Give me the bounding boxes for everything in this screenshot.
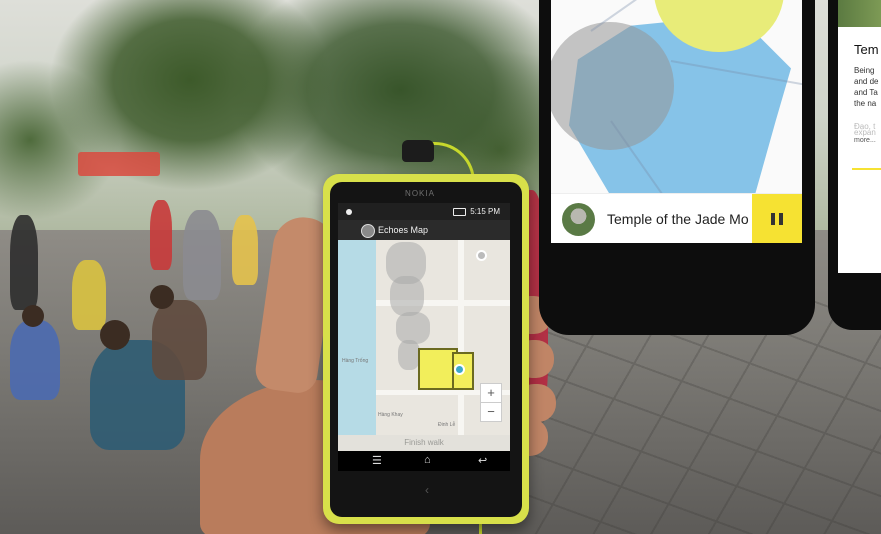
track-title: Temple of the Jade Mo — [607, 211, 749, 227]
detail-body: Being and de and Ta the na — [854, 66, 879, 108]
status-bar: 5:15 PM — [338, 203, 510, 220]
pause-icon — [771, 213, 775, 225]
headphone-plug — [402, 140, 434, 162]
detail-title: Tem — [854, 42, 879, 57]
preview-phone-screen: Temple of the Jade Mo — [551, 0, 802, 275]
audio-zone-inactive[interactable] — [396, 312, 430, 344]
paving-tiles — [520, 300, 881, 534]
location-pin-icon — [476, 250, 487, 261]
screen-bottom — [551, 243, 802, 275]
red-banner — [78, 152, 160, 176]
person — [10, 320, 60, 400]
audio-zone-visited — [551, 22, 674, 150]
detail-body-faded: expan — [854, 128, 876, 137]
person — [150, 200, 172, 270]
battery-icon — [453, 208, 466, 216]
accent-divider — [852, 168, 881, 170]
walk-map[interactable]: Hàng Trống Hàng Khay Đinh Lễ + − — [338, 240, 510, 435]
audio-zone-inactive[interactable] — [390, 276, 424, 316]
zoom-in-button[interactable]: + — [480, 383, 502, 403]
person — [232, 215, 258, 285]
temple-photo — [838, 0, 881, 27]
phone-brand-logo: NOKIA — [405, 189, 435, 198]
map-road — [458, 240, 464, 435]
person — [10, 215, 38, 310]
zoom-out-button[interactable]: − — [480, 402, 502, 422]
person — [72, 260, 106, 330]
pause-icon — [779, 213, 783, 225]
app-title: Echoes Map — [378, 225, 429, 235]
status-time: 5:15 PM — [470, 207, 500, 216]
map-label: Hàng Trống — [342, 358, 369, 364]
audio-zone-inactive[interactable] — [398, 340, 420, 370]
person — [183, 210, 221, 300]
person — [152, 300, 207, 380]
pause-button[interactable] — [752, 194, 802, 244]
hardware-back-icon[interactable]: ‹ — [425, 483, 429, 497]
now-playing-bar[interactable]: Temple of the Jade Mo — [551, 193, 802, 244]
head — [22, 305, 44, 327]
home-icon[interactable]: ⌂ — [424, 454, 431, 466]
finish-walk-button[interactable]: Finish walk — [338, 435, 510, 451]
back-icon[interactable]: ↩ — [478, 454, 487, 467]
user-location-icon — [454, 364, 465, 375]
notification-icon — [346, 209, 352, 215]
android-nav-bar: ☰ ⌂ ↩ — [338, 451, 510, 471]
held-phone-screen: 5:15 PM Echoes Map Hàng Trống Hàng Khay … — [338, 203, 510, 471]
menu-icon[interactable]: ☰ — [372, 454, 382, 467]
echoes-logo-icon[interactable] — [361, 224, 375, 238]
head — [150, 285, 174, 309]
map-label: Hàng Khay — [378, 412, 403, 418]
preview-map[interactable] — [551, 0, 802, 193]
more-link[interactable]: more... — [854, 137, 876, 144]
photo-scene: NOKIA 5:15 PM Echoes Map Hàng Trống Hàng… — [0, 0, 881, 534]
lake-area — [338, 240, 376, 435]
map-label: Đinh Lễ — [438, 422, 456, 428]
head — [100, 320, 130, 350]
detail-phone-screen: Tem Being and de and Ta the na Đạo, t ex… — [838, 0, 881, 273]
app-header: Echoes Map — [338, 220, 510, 240]
temple-thumbnail — [562, 203, 595, 236]
